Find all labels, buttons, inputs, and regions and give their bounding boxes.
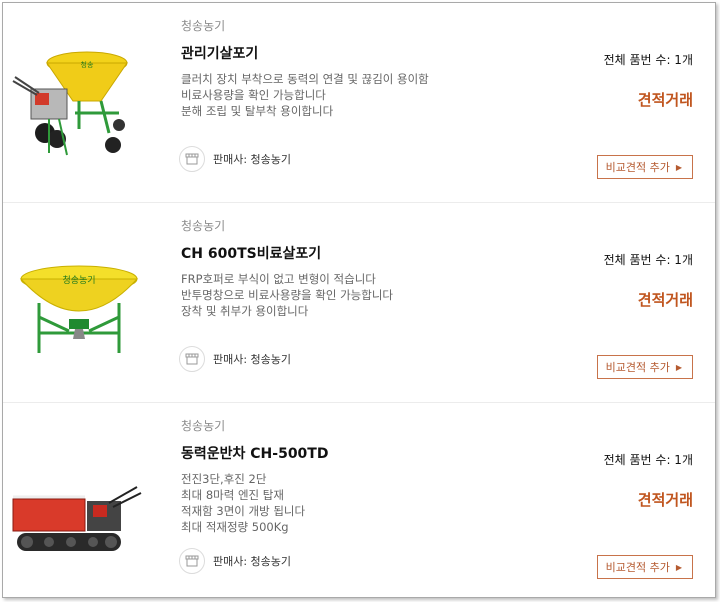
product-item[interactable]: 청송농기 청송농기 CH 600TS비료살포기 FRP호퍼로 부식이 없고 변형… bbox=[3, 203, 715, 403]
fertilizer-spreader-image[interactable]: 청송농기 bbox=[9, 233, 149, 373]
seller-info: 판매사: 청송농기 bbox=[179, 146, 291, 172]
description-line: 분해 조립 및 탈부착 용이합니다 bbox=[181, 104, 334, 118]
description-line: FRP호퍼로 부식이 없고 변형이 적습니다 bbox=[181, 272, 376, 286]
seller-label: 판매사: 청송농기 bbox=[213, 153, 292, 166]
item-count: 전체 품번 수: 1개 bbox=[603, 253, 693, 267]
store-icon bbox=[179, 548, 205, 574]
store-icon bbox=[179, 346, 205, 372]
add-compare-button[interactable]: 비교견적 추가 ▶ bbox=[596, 555, 693, 579]
description-line: 최대 적재정량 500Kg bbox=[181, 520, 289, 534]
brand-label: 청송농기 bbox=[181, 219, 226, 233]
product-item[interactable]: 청송농기 동력운반차 CH-500TD 전진3단,후진 2단 최대 8마력 엔진… bbox=[3, 403, 715, 597]
description-line: 적재함 3면이 개방 됩니다 bbox=[181, 504, 306, 518]
svg-text:청송농기: 청송농기 bbox=[62, 275, 95, 286]
brand-label: 청송농기 bbox=[181, 19, 226, 33]
quote-trade-label[interactable]: 견적거래 bbox=[638, 289, 693, 310]
item-count: 전체 품번 수: 1개 bbox=[603, 453, 693, 467]
description-line: 비료사용량을 확인 가능합니다 bbox=[181, 88, 326, 102]
store-icon bbox=[179, 146, 205, 172]
add-compare-label: 비교견적 추가 bbox=[605, 161, 670, 174]
product-description: FRP호퍼로 부식이 없고 변형이 적습니다 반투명창으로 비료사용량을 확인 … bbox=[181, 271, 393, 319]
crawler-carrier-image[interactable] bbox=[9, 433, 149, 573]
description-line: 클러치 장치 부착으로 동력의 연결 및 끊김이 용이함 bbox=[181, 72, 429, 86]
quote-trade-label[interactable]: 견적거래 bbox=[638, 489, 693, 510]
product-item[interactable]: 청송 청송농기 관리기살포기 클러치 장치 부착으로 동력의 연결 및 끊김이 … bbox=[3, 3, 715, 203]
seller-info: 판매사: 청송농기 bbox=[179, 346, 291, 372]
chevron-right-icon: ▶ bbox=[675, 362, 682, 372]
add-compare-button[interactable]: 비교견적 추가 ▶ bbox=[596, 155, 693, 179]
add-compare-button[interactable]: 비교견적 추가 ▶ bbox=[596, 355, 693, 379]
description-line: 반투명창으로 비료사용량을 확인 가능합니다 bbox=[181, 288, 393, 302]
seller-label: 판매사: 청송농기 bbox=[213, 353, 292, 366]
product-title[interactable]: CH 600TS비료살포기 bbox=[181, 243, 321, 263]
product-title[interactable]: 관리기살포기 bbox=[181, 43, 258, 63]
product-description: 전진3단,후진 2단 최대 8마력 엔진 탑재 적재함 3면이 개방 됩니다 최… bbox=[181, 471, 305, 535]
add-compare-label: 비교견적 추가 bbox=[605, 561, 670, 574]
chevron-right-icon: ▶ bbox=[675, 162, 682, 172]
add-compare-label: 비교견적 추가 bbox=[605, 361, 670, 374]
product-description: 클러치 장치 부착으로 동력의 연결 및 끊김이 용이함 비료사용량을 확인 가… bbox=[181, 71, 429, 119]
item-count: 전체 품번 수: 1개 bbox=[603, 53, 693, 67]
seller-info: 판매사: 청송농기 bbox=[179, 548, 291, 574]
tiller-spreader-image[interactable]: 청송 bbox=[9, 33, 149, 173]
description-line: 전진3단,후진 2단 bbox=[181, 472, 267, 486]
brand-label: 청송농기 bbox=[181, 419, 226, 433]
seller-label: 판매사: 청송농기 bbox=[213, 555, 292, 568]
quote-trade-label[interactable]: 견적거래 bbox=[638, 89, 693, 110]
description-line: 장착 및 취부가 용이합니다 bbox=[181, 304, 309, 318]
product-list: 청송 청송농기 관리기살포기 클러치 장치 부착으로 동력의 연결 및 끊김이 … bbox=[2, 2, 716, 598]
description-line: 최대 8마력 엔진 탑재 bbox=[181, 488, 284, 502]
svg-text:청송: 청송 bbox=[81, 61, 94, 69]
product-title[interactable]: 동력운반차 CH-500TD bbox=[181, 443, 328, 463]
chevron-right-icon: ▶ bbox=[675, 562, 682, 572]
